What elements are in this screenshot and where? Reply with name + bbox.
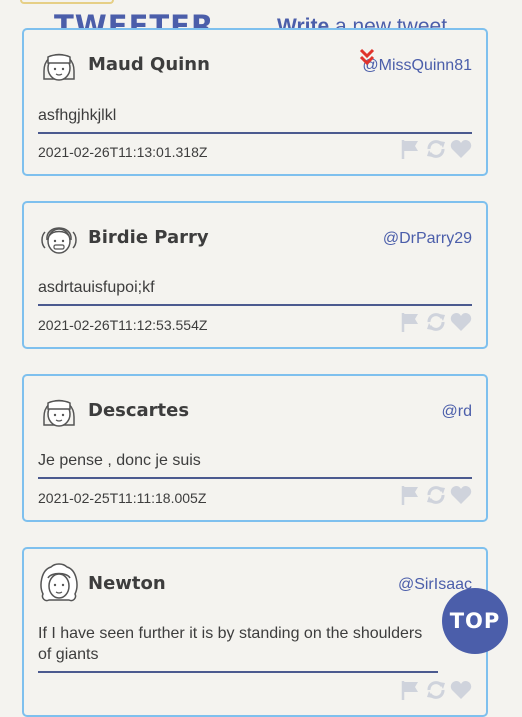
tweet-actions — [400, 311, 472, 333]
tweet-actions — [400, 484, 472, 506]
retweet-icon[interactable] — [425, 311, 447, 333]
tweet-card: Newton @SirIsaac If I have seen further … — [22, 547, 488, 717]
author-name[interactable]: Maud Quinn — [88, 54, 210, 76]
tweet-timestamp: 2021-02-26T11:12:53.554Z — [38, 317, 208, 333]
tweet-text: asdrtauisfupoi;kf — [38, 277, 472, 306]
flag-icon[interactable] — [400, 138, 422, 160]
author-name[interactable]: Descartes — [88, 400, 189, 422]
tweet-card: Descartes @rd Je pense , donc je suis 20… — [22, 374, 488, 522]
tweet-card: Maud Quinn @MissQuinn81 asfhgjhkjlkl 202… — [22, 28, 488, 176]
girl-avatar-icon — [43, 53, 75, 81]
tweet-timestamp: 2021-02-25T11:11:18.005Z — [38, 490, 207, 506]
girl-pigtails-avatar-icon — [41, 227, 77, 254]
chevron-down-icon — [359, 48, 375, 66]
tweet-text: asfhgjhkjlkl — [38, 105, 472, 134]
retweet-icon[interactable] — [425, 484, 447, 506]
tweet-text: If I have seen further it is by standing… — [38, 623, 438, 673]
tweet-actions — [400, 138, 472, 160]
tweet-actions — [400, 679, 472, 701]
author-handle[interactable]: @rd — [442, 401, 472, 423]
heart-icon[interactable] — [450, 484, 472, 506]
author-name[interactable]: Newton — [88, 573, 166, 595]
girl-avatar-icon — [43, 399, 75, 427]
author-handle[interactable]: @DrParry29 — [383, 228, 472, 250]
tweet-card: Birdie Parry @DrParry29 asdrtauisfupoi;k… — [22, 201, 488, 349]
flag-icon[interactable] — [400, 679, 422, 701]
heart-icon[interactable] — [450, 311, 472, 333]
nav-tab — [20, 0, 114, 4]
tweet-timestamp: 2021-02-26T11:13:01.318Z — [38, 144, 208, 160]
author-name[interactable]: Birdie Parry — [88, 227, 209, 249]
heart-icon[interactable] — [450, 679, 472, 701]
scroll-to-top-button[interactable]: TOP — [442, 588, 508, 654]
wig-avatar-icon — [40, 563, 78, 602]
author-handle[interactable]: @MissQuinn81 — [362, 55, 472, 77]
heart-icon[interactable] — [450, 138, 472, 160]
flag-icon[interactable] — [400, 311, 422, 333]
tweet-text: Je pense , donc je suis — [38, 450, 472, 479]
retweet-icon[interactable] — [425, 679, 447, 701]
retweet-icon[interactable] — [425, 138, 447, 160]
flag-icon[interactable] — [400, 484, 422, 506]
